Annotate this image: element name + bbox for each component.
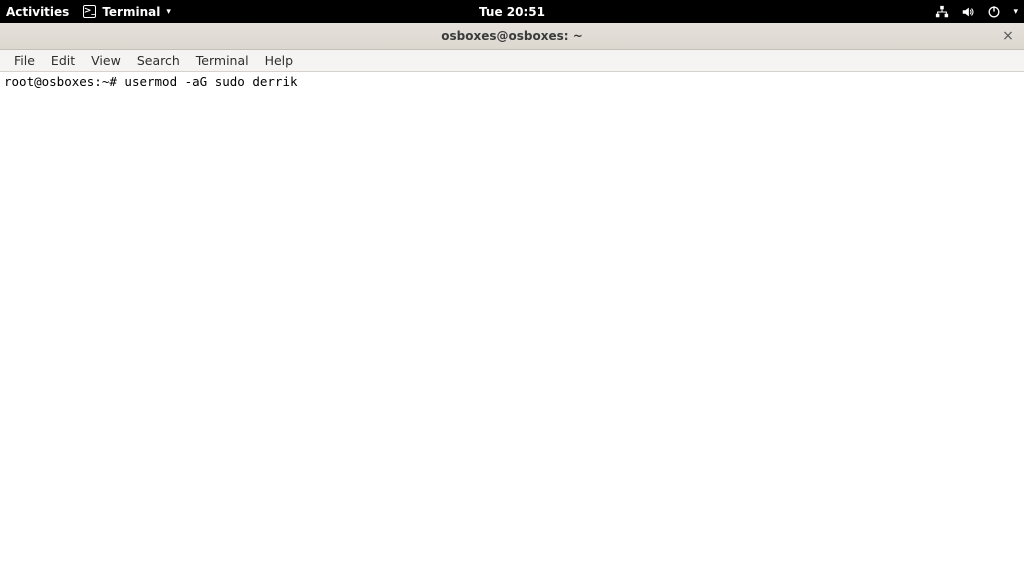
terminal-output[interactable]: root@osboxes:~# usermod -aG sudo derrik	[0, 72, 1024, 561]
window-titlebar: osboxes@osboxes: ~ ×	[0, 23, 1024, 50]
gnome-top-panel: Activities >_ Terminal ▾ Tue 20:51 ▾	[0, 0, 1024, 23]
close-icon: ×	[1002, 28, 1014, 44]
terminal-icon: >_	[83, 5, 96, 18]
menu-file[interactable]: File	[6, 51, 43, 70]
panel-left-group: Activities >_ Terminal ▾	[6, 5, 171, 19]
system-menu-arrow-icon[interactable]: ▾	[1013, 7, 1018, 17]
power-icon[interactable]	[987, 5, 1001, 19]
network-icon[interactable]	[935, 5, 949, 19]
panel-clock[interactable]: Tue 20:51	[479, 5, 545, 19]
window-title: osboxes@osboxes: ~	[441, 29, 583, 43]
menu-terminal[interactable]: Terminal	[188, 51, 257, 70]
menu-help[interactable]: Help	[257, 51, 302, 70]
shell-command: usermod -aG sudo derrik	[124, 74, 297, 89]
menu-search[interactable]: Search	[129, 51, 188, 70]
activities-button[interactable]: Activities	[6, 5, 69, 19]
close-button[interactable]: ×	[1000, 28, 1016, 44]
dropdown-arrow-icon: ▾	[166, 7, 171, 17]
app-menu-label: Terminal	[102, 5, 160, 19]
menu-view[interactable]: View	[83, 51, 129, 70]
app-menu[interactable]: >_ Terminal ▾	[83, 5, 171, 19]
menu-edit[interactable]: Edit	[43, 51, 83, 70]
panel-right-group: ▾	[935, 5, 1018, 19]
volume-icon[interactable]	[961, 5, 975, 19]
menubar: File Edit View Search Terminal Help	[0, 50, 1024, 72]
shell-prompt: root@osboxes:~#	[4, 74, 124, 89]
